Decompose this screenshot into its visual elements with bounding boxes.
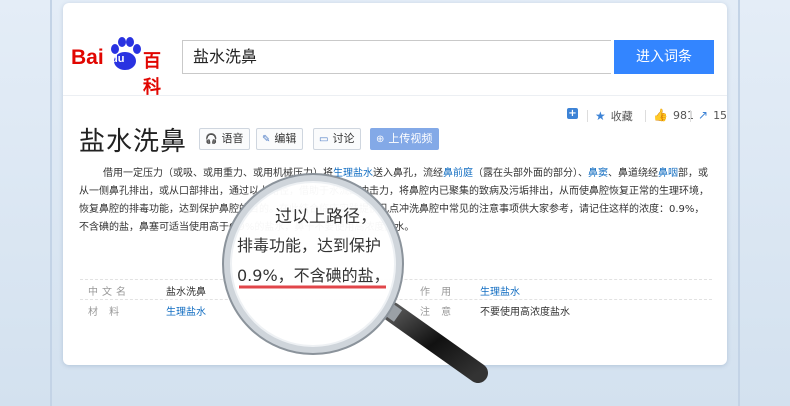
frame-line-right (738, 0, 740, 406)
logo-baike-text: 百科 (143, 51, 161, 98)
upload-video-label: 上传视频 (388, 132, 433, 145)
divider (645, 110, 646, 122)
thumb-up-icon: 👍 (653, 108, 668, 122)
baike-card: Bai du 百科 盐水洗鼻 进入词条 + ★ 收藏 👍 981 ↗ 15 盐水… (63, 3, 727, 365)
info-key: 注 意 (420, 307, 456, 318)
divider (587, 110, 588, 122)
info-key: 材 料 (88, 307, 124, 318)
add-button[interactable]: + (567, 108, 583, 119)
intro-paragraph: 借用一定压力（或吸、或用重力、或用机械压力）将生理盐水送入鼻孔，流经鼻前庭（露在… (79, 165, 711, 237)
like-button[interactable]: 👍 981 (653, 108, 694, 122)
baidu-baike-logo[interactable]: Bai du 百科 (71, 36, 171, 98)
edit-label: 编辑 (274, 132, 297, 145)
discuss-button[interactable]: ▭ 讨论 (313, 128, 362, 150)
link-nasal-vestibule[interactable]: 鼻前庭 (443, 168, 473, 179)
link-nasopharynx[interactable]: 鼻咽 (658, 168, 678, 179)
info-row: 中文名 盐水洗鼻 作 用 生理盐水 (80, 279, 712, 300)
header: Bai du 百科 盐水洗鼻 进入词条 (63, 3, 727, 98)
enter-entry-button[interactable]: 进入词条 (614, 40, 714, 74)
share-icon: ↗ (698, 108, 709, 122)
info-key: 中文名 (88, 287, 130, 298)
divider (690, 110, 691, 122)
favorite-label: 收藏 (610, 110, 633, 123)
info-value: 不要使用高浓度盐水 (480, 307, 570, 318)
intro-text: 借用一定压力（或吸、或用重力、或用机械压力）将 (103, 168, 333, 179)
share-button[interactable]: ↗ 154 (698, 108, 727, 122)
headphones-icon: 🎧 (205, 134, 218, 145)
link-sinus[interactable]: 鼻窦 (588, 168, 608, 179)
add-icon: + (567, 108, 578, 119)
share-count: 154 (713, 108, 727, 122)
favorite-button[interactable]: ★ 收藏 (595, 108, 633, 124)
intro-text: 送入鼻孔，流经 (373, 168, 443, 179)
page-title: 盐水洗鼻 (79, 127, 188, 157)
frame-line-left (50, 0, 52, 406)
logo-du-text: du (111, 53, 125, 65)
chat-icon: ▭ (319, 134, 329, 145)
search-input[interactable]: 盐水洗鼻 (182, 40, 611, 74)
logo-bai-text: Bai (71, 46, 104, 69)
entry-actions: + ★ 收藏 👍 981 ↗ 154 (567, 108, 727, 124)
intro-text: 、鼻道绕经 (608, 168, 658, 179)
edit-button[interactable]: ✎ 编辑 (256, 128, 304, 150)
intro-text: （露在头部外面的部分）、 (473, 168, 588, 179)
voice-label: 语音 (221, 132, 244, 145)
info-value-link[interactable]: 生理盐水 (480, 283, 520, 298)
upload-video-button[interactable]: ⊕ 上传视频 (370, 128, 440, 150)
star-icon: ★ (595, 109, 606, 123)
info-row: 材 料 生理盐水 注 意 不要使用高浓度盐水 (80, 299, 712, 320)
info-value: 盐水洗鼻 (166, 287, 206, 298)
link-saline[interactable]: 生理盐水 (333, 168, 373, 179)
discuss-label: 讨论 (332, 132, 355, 145)
pencil-icon: ✎ (262, 134, 271, 145)
plus-circle-icon: ⊕ (376, 134, 385, 145)
info-key: 作 用 (420, 287, 456, 298)
voice-button[interactable]: 🎧 语音 (199, 128, 251, 150)
info-value-link[interactable]: 生理盐水 (166, 303, 206, 318)
